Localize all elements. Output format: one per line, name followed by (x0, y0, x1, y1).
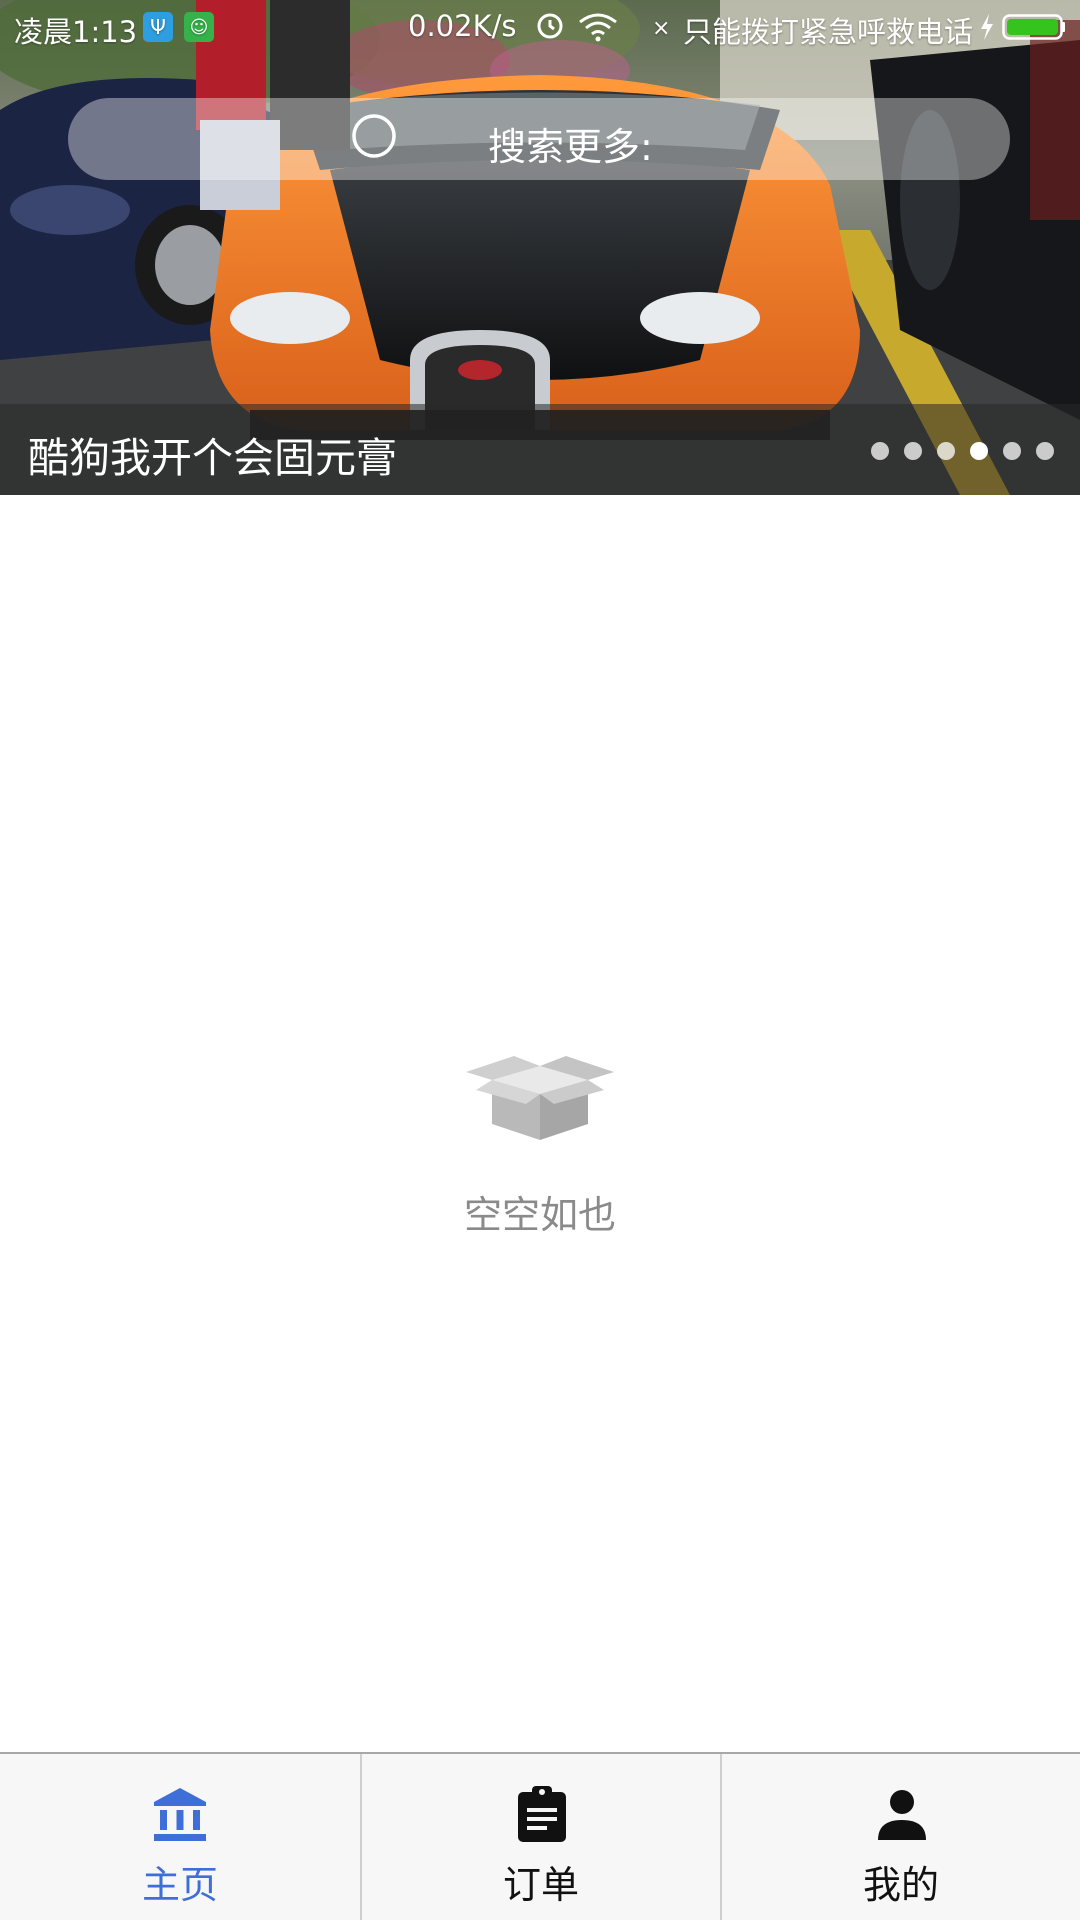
status-bar: 凌晨1:13 Ψ ☺ 0.02K/s × 只能拨打紧急呼救电话 (0, 0, 1080, 56)
empty-state-text: 空空如也 (463, 1193, 616, 1237)
carousel-indicators[interactable] (871, 442, 1054, 460)
bottom-navigation: 主页 订单 我的 (0, 1752, 1080, 1920)
carousel-dot[interactable] (1036, 442, 1054, 460)
charging-icon (981, 14, 993, 40)
network-speed: 0.02K/s (408, 9, 517, 43)
carousel-dot[interactable] (1003, 442, 1021, 460)
tab-mine-label: 我的 (862, 1863, 939, 1907)
tab-home-label: 主页 (141, 1863, 218, 1907)
android-debug-icon: ☺ (184, 12, 214, 42)
usb-icon: Ψ (143, 12, 173, 42)
tab-orders-label: 订单 (502, 1863, 579, 1907)
carousel-dot[interactable] (904, 442, 922, 460)
tab-home[interactable]: 主页 (0, 1754, 360, 1920)
bank-icon (154, 1788, 206, 1841)
search-bar[interactable]: 搜索更多: (68, 98, 1010, 180)
wifi-icon (579, 13, 617, 42)
clipboard-icon (518, 1786, 566, 1842)
banner-caption-bar: 酷狗我开个会固元膏 (0, 404, 1080, 495)
battery-icon (1002, 14, 1065, 40)
empty-box-icon (466, 1056, 614, 1140)
alarm-icon (537, 13, 563, 39)
carousel-dot[interactable] (970, 442, 988, 460)
carousel-dot[interactable] (871, 442, 889, 460)
search-label: 搜索更多: (488, 125, 653, 169)
banner-carousel[interactable]: 凌晨1:13 Ψ ☺ 0.02K/s × 只能拨打紧急呼救电话 搜索更多: 酷狗… (0, 0, 1080, 495)
status-time: 凌晨1:13 (14, 15, 138, 49)
no-signal-icon: × (652, 16, 671, 41)
person-icon (878, 1790, 926, 1840)
search-icon (352, 114, 396, 158)
tab-mine[interactable]: 我的 (720, 1754, 1080, 1920)
tab-orders[interactable]: 订单 (360, 1754, 720, 1920)
carousel-dot[interactable] (937, 442, 955, 460)
carrier-text: 只能拨打紧急呼救电话 (683, 15, 974, 49)
banner-caption: 酷狗我开个会固元膏 (28, 434, 397, 482)
